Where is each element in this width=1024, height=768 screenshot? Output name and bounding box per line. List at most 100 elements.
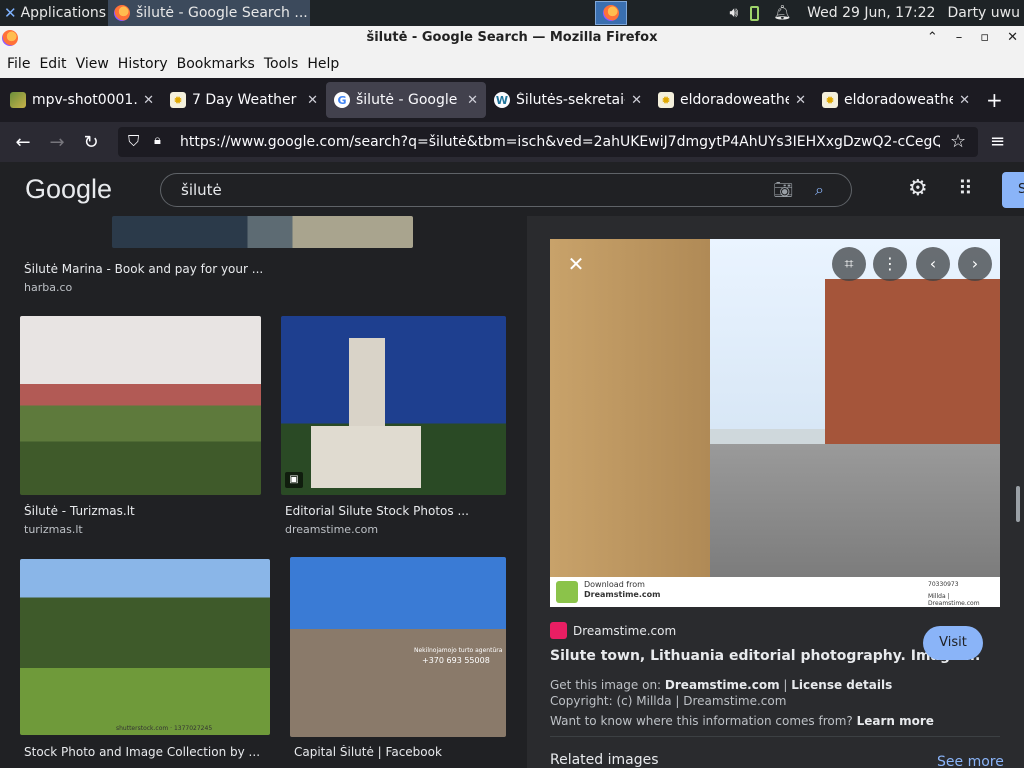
- result-thumbnail-marina[interactable]: [112, 216, 413, 248]
- menubar: File Edit View History Bookmarks Tools H…: [0, 50, 1024, 78]
- shield-icon[interactable]: ⛉: [128, 132, 139, 150]
- maximize-icon[interactable]: ▫: [980, 26, 989, 50]
- tab-eldorado-weather-1[interactable]: ✹ eldoradoweathe ✕: [650, 82, 814, 118]
- close-tab-icon[interactable]: ✕: [795, 93, 806, 108]
- google-logo[interactable]: Google: [25, 174, 112, 205]
- result-thumbnail-turizmas[interactable]: [20, 316, 261, 495]
- taskbar-firefox-launcher[interactable]: [595, 1, 627, 25]
- menu-edit[interactable]: Edit: [39, 56, 66, 72]
- result-thumbnail-church[interactable]: ▣: [281, 316, 506, 495]
- banner-credit: Millda | Dreamstime.com: [928, 593, 980, 607]
- image-preview-panel: Download from Dreamstime.com 70330973 Mi…: [527, 216, 1024, 768]
- preview-title[interactable]: Silute town, Lithuania editorial photogr…: [550, 648, 980, 664]
- close-tab-icon[interactable]: ✕: [307, 93, 318, 108]
- volume-icon[interactable]: 🔊︎: [729, 5, 738, 21]
- taskbar-window-button[interactable]: šilutė - Google Search ...: [108, 0, 310, 26]
- apps-grid-icon[interactable]: ⠿: [958, 176, 973, 200]
- menu-bookmarks[interactable]: Bookmarks: [177, 56, 255, 72]
- result-source[interactable]: dreamstime.com: [285, 523, 378, 536]
- new-tab-button[interactable]: +: [978, 82, 1018, 118]
- result-title[interactable]: Stock Photo and Image Collection by ...: [24, 745, 260, 759]
- preview-right-building: [825, 279, 1000, 469]
- user-name[interactable]: Darty uwu: [947, 5, 1020, 21]
- result-thumbnail-park[interactable]: shutterstock.com · 1377027245: [20, 559, 270, 735]
- result-thumbnail-aerial[interactable]: Nekilnojamojo turto agentūra +370 693 55…: [290, 557, 506, 737]
- minimize-icon[interactable]: –: [956, 26, 963, 50]
- url-text[interactable]: https://www.google.com/search?q=šilutė&t…: [180, 134, 940, 150]
- window-title: šilutė - Google Search — Mozilla Firefox: [366, 30, 658, 45]
- lens-search-button[interactable]: ⌗: [832, 247, 866, 281]
- xfce-icon: ✕: [4, 4, 17, 22]
- navigation-toolbar: ← → ↻ ⛉ 🔒︎ https://www.google.com/search…: [0, 122, 1024, 162]
- search-query[interactable]: šilutė: [181, 181, 222, 199]
- get-image-site-link[interactable]: Dreamstime.com: [665, 678, 780, 692]
- window-shade-icon[interactable]: ⌃: [927, 26, 938, 50]
- result-title[interactable]: Capital Šilutė | Facebook: [294, 745, 442, 759]
- tab-label: 7 Day Weather F: [192, 92, 302, 108]
- page-scrollbar[interactable]: [1016, 486, 1020, 522]
- sign-in-button[interactable]: S: [1002, 172, 1024, 208]
- previous-image-button[interactable]: ‹: [916, 247, 950, 281]
- menu-history[interactable]: History: [118, 56, 168, 72]
- tab-weather[interactable]: ✹ 7 Day Weather F ✕: [162, 82, 326, 118]
- lock-icon[interactable]: 🔒︎: [154, 133, 161, 148]
- dreamstime-logo-icon: [556, 581, 578, 603]
- next-image-button[interactable]: ›: [958, 247, 992, 281]
- tab-silutes-sekretai[interactable]: W Šilutės-sekretai- ✕: [486, 82, 650, 118]
- tab-label: eldoradoweathe: [844, 92, 954, 108]
- close-tab-icon[interactable]: ✕: [631, 93, 642, 108]
- more-vert-icon: ⋮: [882, 254, 898, 273]
- applications-label: Applications: [20, 5, 107, 21]
- close-preview-button[interactable]: ✕: [559, 247, 593, 281]
- close-tab-icon[interactable]: ✕: [143, 93, 154, 108]
- menu-help[interactable]: Help: [307, 56, 339, 72]
- search-icon[interactable]: ⌕: [815, 174, 824, 206]
- clock[interactable]: Wed 29 Jun, 17:22: [807, 5, 935, 21]
- watermark-text: shutterstock.com · 1377027245: [116, 725, 213, 732]
- result-source[interactable]: harba.co: [24, 281, 72, 294]
- search-input[interactable]: šilutė 📷︎ ⌕: [160, 173, 852, 207]
- google-header: Google šilutė 📷︎ ⌕ ⚙ ⠿ S: [0, 162, 1024, 216]
- tab-google-search[interactable]: G šilutė - Google S ✕: [326, 82, 486, 118]
- firefox-icon: [603, 5, 619, 21]
- notification-bell-icon[interactable]: 🔔︎: [773, 5, 791, 21]
- more-options-button[interactable]: ⋮: [873, 247, 907, 281]
- result-title[interactable]: Šilutė - Turizmas.lt: [24, 504, 135, 518]
- reload-button[interactable]: ↻: [74, 132, 108, 153]
- related-images-heading: Related images: [550, 752, 659, 768]
- visit-button[interactable]: Visit: [923, 626, 983, 660]
- applications-menu[interactable]: ✕ Applications: [0, 0, 106, 26]
- preview-site-name[interactable]: Dreamstime.com: [573, 624, 676, 638]
- menu-tools[interactable]: Tools: [264, 56, 299, 72]
- battery-icon[interactable]: [750, 5, 760, 21]
- visit-label: Visit: [939, 635, 967, 650]
- preview-left-building: [550, 239, 710, 577]
- camera-icon[interactable]: 📷︎: [773, 174, 793, 206]
- license-details-link[interactable]: License details: [791, 678, 892, 692]
- app-menu-icon[interactable]: ≡: [990, 131, 1005, 152]
- banner-line2: Dreamstime.com: [584, 590, 661, 599]
- result-title[interactable]: Šilutė Marina - Book and pay for your ..…: [24, 262, 263, 276]
- preview-image[interactable]: Download from Dreamstime.com 70330973 Mi…: [550, 239, 1000, 607]
- sun-icon: ✹: [170, 92, 186, 108]
- tab-eldorado-weather-2[interactable]: ✹ eldoradoweathe ✕: [814, 82, 978, 118]
- settings-gear-icon[interactable]: ⚙: [908, 176, 928, 201]
- forward-button[interactable]: →: [40, 132, 74, 153]
- close-icon[interactable]: ✕: [1007, 26, 1018, 50]
- url-bar[interactable]: ⛉ 🔒︎ https://www.google.com/search?q=šil…: [118, 127, 978, 157]
- bookmark-star-icon[interactable]: ☆: [950, 131, 966, 152]
- result-source[interactable]: turizmas.lt: [24, 523, 83, 536]
- learn-more-link[interactable]: Learn more: [857, 714, 934, 728]
- back-button[interactable]: ←: [6, 132, 40, 153]
- menu-view[interactable]: View: [76, 56, 109, 72]
- image-results-grid: Šilutė Marina - Book and pay for your ..…: [0, 216, 526, 768]
- close-tab-icon[interactable]: ✕: [959, 93, 970, 108]
- menu-file[interactable]: File: [7, 56, 30, 72]
- arrow-right-icon: →: [49, 131, 65, 153]
- tab-strip: mpv-shot0001.jp ✕ ✹ 7 Day Weather F ✕ G …: [0, 78, 1024, 122]
- result-title[interactable]: Editorial Silute Stock Photos ...: [285, 504, 469, 518]
- see-more-link[interactable]: See more: [937, 754, 1004, 768]
- plus-icon: +: [986, 88, 1003, 112]
- tab-mpv-shot[interactable]: mpv-shot0001.jp ✕: [2, 82, 162, 118]
- close-tab-icon[interactable]: ✕: [467, 93, 478, 108]
